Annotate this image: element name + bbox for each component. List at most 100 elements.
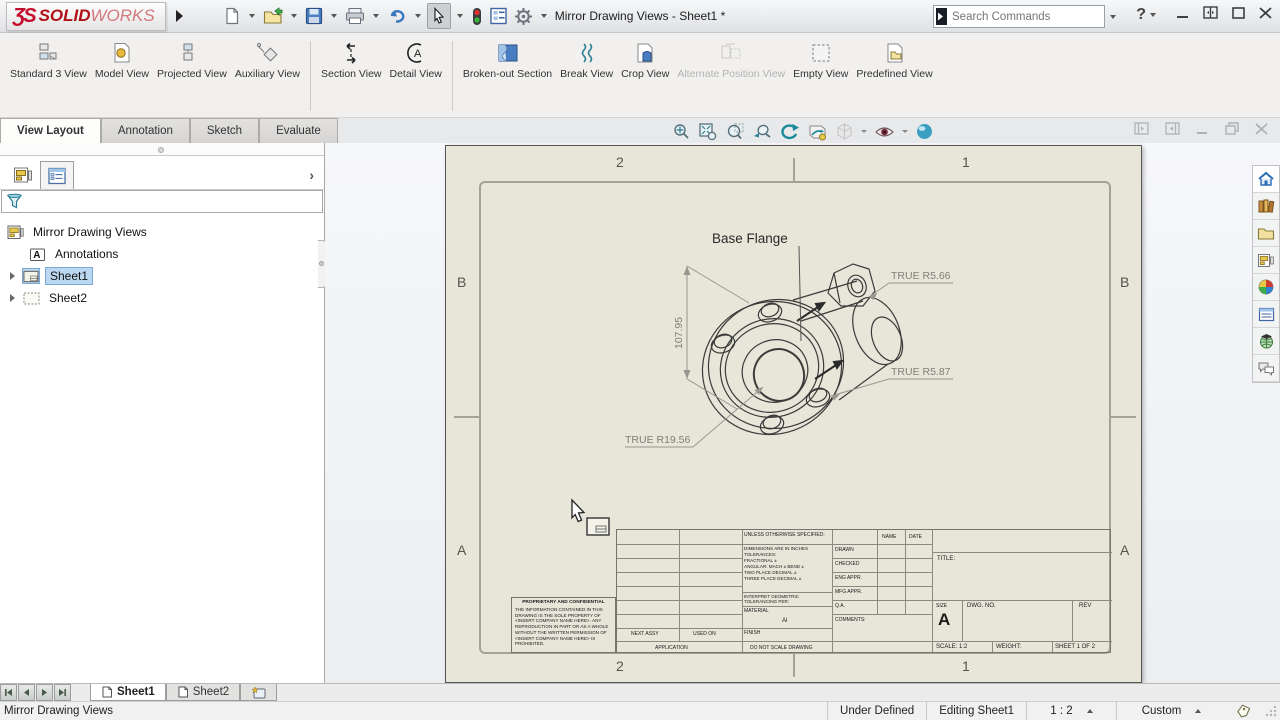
tree-filter-row[interactable] <box>1 190 323 213</box>
first-sheet-button[interactable] <box>0 684 17 701</box>
3d-drawing-view-button[interactable] <box>807 122 828 142</box>
stoplight-button[interactable] <box>469 3 485 29</box>
undo-dropdown-caret[interactable] <box>415 14 421 18</box>
maximize-button[interactable] <box>1232 7 1245 19</box>
add-sheet-tab[interactable] <box>240 684 277 701</box>
open-dropdown-caret[interactable] <box>291 14 297 18</box>
select-tool-button[interactable] <box>427 3 451 29</box>
graphics-viewport[interactable]: 2 1 2 1 B A B A <box>325 143 1280 683</box>
undo-button[interactable] <box>385 3 409 29</box>
hide-show-caret[interactable] <box>902 130 908 133</box>
pane-left-button[interactable] <box>1134 122 1149 135</box>
zoom-to-fit-button[interactable] <box>672 122 691 141</box>
zoom-in-out-button[interactable] <box>725 122 745 141</box>
hide-show-items-button[interactable] <box>874 123 895 141</box>
help-dropdown-caret[interactable] <box>1150 13 1156 17</box>
sheet2-tab[interactable]: Sheet2 <box>166 684 240 701</box>
panel-splitter[interactable] <box>0 143 324 156</box>
solidworks-logo[interactable]: ƷS SOLIDWORKS <box>6 2 166 31</box>
display-mode-dropdown[interactable]: Custom <box>1116 702 1226 720</box>
restore-panes-button[interactable] <box>1203 6 1218 19</box>
auxiliary-view-button[interactable]: Auxiliary View <box>231 39 304 82</box>
tree-item-annotations[interactable]: A Annotations <box>0 243 324 265</box>
search-commands-box[interactable] <box>933 5 1105 28</box>
break-view-button[interactable]: Break View <box>556 39 617 82</box>
rotate-view-button[interactable] <box>779 122 800 142</box>
view-label[interactable]: Base Flange <box>712 231 788 246</box>
help-button[interactable]: ? <box>1136 6 1146 24</box>
button-label: Auxiliary View <box>235 68 300 80</box>
comments-button[interactable] <box>1253 355 1279 382</box>
tree-item-sheet1[interactable]: Sheet1 <box>0 265 324 287</box>
tab-view-layout[interactable]: View Layout <box>0 118 101 143</box>
detail-view-button[interactable]: A Detail View <box>386 39 446 82</box>
options-button[interactable] <box>512 3 535 29</box>
new-document-button[interactable] <box>221 3 243 29</box>
broken-out-section-button[interactable]: Broken-out Section <box>459 39 556 82</box>
display-style-button[interactable] <box>835 122 854 141</box>
sheet-tab-bar: Sheet1 Sheet2 <box>0 683 1280 701</box>
last-sheet-button[interactable] <box>54 684 71 701</box>
properties-button[interactable] <box>487 3 510 29</box>
home-tab-button[interactable] <box>1253 166 1279 193</box>
forum-button[interactable] <box>1253 328 1279 355</box>
menu-flyout-arrow-icon[interactable] <box>176 10 183 22</box>
display-style-caret[interactable] <box>861 130 867 133</box>
projected-view-button[interactable]: Projected View <box>153 39 231 82</box>
dim-radius2[interactable]: TRUE R5.87 <box>891 366 951 378</box>
save-dropdown-caret[interactable] <box>331 14 337 18</box>
search-input[interactable] <box>947 11 1106 23</box>
expand-arrow-icon[interactable] <box>6 294 18 302</box>
empty-view-button[interactable]: Empty View <box>789 39 852 82</box>
doc-close-button[interactable] <box>1255 123 1268 135</box>
tree-root-drawing[interactable]: Mirror Drawing Views <box>0 221 324 243</box>
appearances-button[interactable] <box>1253 274 1279 301</box>
save-button[interactable] <box>303 3 325 29</box>
tab-feature-tree-panel[interactable] <box>40 161 74 189</box>
section-view-button[interactable]: Section View <box>317 39 386 82</box>
select-dropdown-caret[interactable] <box>457 14 463 18</box>
search-dropdown-caret[interactable] <box>1110 15 1116 19</box>
next-sheet-button[interactable] <box>36 684 53 701</box>
prev-sheet-button[interactable] <box>18 684 35 701</box>
tree-item-sheet2[interactable]: Sheet2 <box>0 287 324 309</box>
tb-rev-label: REV <box>1079 603 1091 609</box>
minimize-button[interactable] <box>1176 7 1189 19</box>
close-button[interactable] <box>1259 7 1272 19</box>
sheet-scale-dropdown[interactable]: 1 : 2 <box>1026 702 1116 720</box>
dim-radius1[interactable]: TRUE R5.66 <box>891 270 951 282</box>
resize-grip[interactable] <box>1264 704 1278 718</box>
doc-restore-button[interactable] <box>1225 122 1239 135</box>
pane-right-button[interactable] <box>1165 122 1180 135</box>
open-button[interactable] <box>261 3 285 29</box>
tab-sketch[interactable]: Sketch <box>190 118 259 143</box>
zoom-to-area-button[interactable] <box>698 122 718 141</box>
dim-height[interactable]: 107.95 <box>673 317 685 349</box>
file-explorer-button[interactable] <box>1253 220 1279 247</box>
options-dropdown-caret[interactable] <box>541 14 547 18</box>
print-dropdown-caret[interactable] <box>373 14 379 18</box>
tab-annotation[interactable]: Annotation <box>101 118 190 143</box>
svg-text:A: A <box>414 48 422 60</box>
model-view-button[interactable]: Model View <box>91 39 153 82</box>
apply-scene-button[interactable] <box>915 122 934 141</box>
tag-button[interactable] <box>1226 702 1262 720</box>
drawing-sheet[interactable]: 2 1 2 1 B A B A <box>445 145 1142 683</box>
standard-3-view-button[interactable]: Standard 3 View <box>6 39 91 82</box>
design-library-button[interactable] <box>1253 193 1279 220</box>
tab-view-palette-panel[interactable] <box>6 161 40 189</box>
view-palette-button[interactable] <box>1253 247 1279 274</box>
expand-arrow-icon[interactable] <box>6 272 18 280</box>
crop-view-button[interactable]: Crop View <box>617 39 673 82</box>
tab-evaluate[interactable]: Evaluate <box>259 118 338 143</box>
panel-expand-arrow[interactable]: › <box>309 167 314 183</box>
dim-radius3[interactable]: TRUE R19.56 <box>625 434 691 446</box>
new-dropdown-caret[interactable] <box>249 14 255 18</box>
doc-minimize-button[interactable] <box>1196 123 1209 135</box>
previous-view-button[interactable] <box>752 122 772 141</box>
predefined-view-button[interactable]: Predefined View <box>852 39 936 82</box>
tb-unless: UNLESS OTHERWISE SPECIFIED: <box>744 532 825 538</box>
sheet1-tab[interactable]: Sheet1 <box>90 684 166 701</box>
custom-properties-button[interactable] <box>1253 301 1279 328</box>
print-button[interactable] <box>343 3 367 29</box>
